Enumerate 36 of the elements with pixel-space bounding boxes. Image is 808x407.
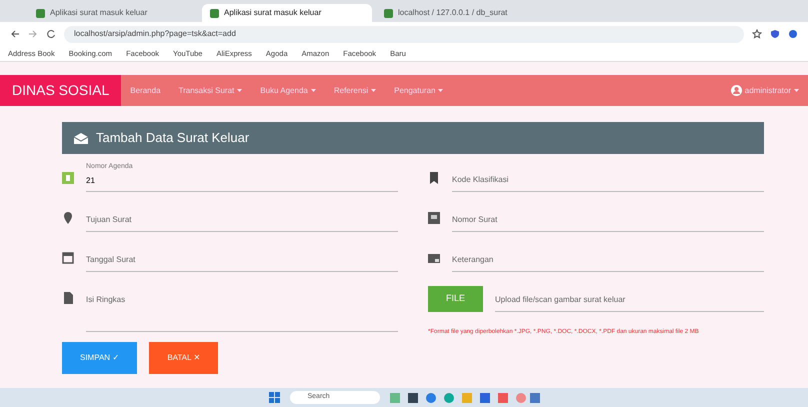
browser-tab[interactable]: Aplikasi surat masuk keluar (202, 4, 372, 22)
shield-icon[interactable] (770, 29, 780, 39)
address-bar[interactable]: localhost/arsip/admin.php?page=tsk&act=add (64, 26, 744, 42)
taskbar-apps-drawing[interactable] (390, 392, 540, 404)
caret-icon[interactable] (310, 89, 316, 92)
hash-icon (62, 172, 74, 184)
bookmark-icon (428, 172, 440, 184)
caret-icon[interactable] (438, 89, 444, 92)
note-icon (428, 252, 440, 264)
brand-logo[interactable]: DINAS SOSIAL (0, 75, 122, 106)
envelope-icon (74, 132, 88, 144)
profile-icon[interactable] (788, 29, 798, 39)
reload-icon[interactable] (46, 29, 56, 39)
input-field[interactable]: Tanggal Surat (86, 242, 398, 272)
user-avatar-icon[interactable] (730, 85, 742, 96)
browser-tab[interactable]: Aplikasi surat masuk keluar (28, 4, 198, 22)
input-field[interactable]: Tujuan Surat (86, 202, 398, 232)
back-icon[interactable] (10, 29, 20, 39)
caret-icon[interactable] (237, 89, 242, 92)
forward-icon[interactable] (28, 29, 38, 39)
form-title: Tambah Data Surat Keluar (96, 129, 250, 148)
start-icon[interactable] (268, 392, 280, 403)
browser-tab[interactable]: localhost / 127.0.0.1 / db_surat (376, 4, 546, 22)
calendar-icon (62, 252, 74, 264)
input-field[interactable]: Nomor Surat (452, 202, 764, 232)
caret-icon[interactable] (794, 89, 799, 92)
card-icon (428, 212, 440, 224)
file-path-field[interactable]: Upload file/scan gambar surat keluar (495, 282, 764, 312)
input-field[interactable]: Keterangan (452, 242, 764, 272)
textarea-field[interactable]: Isi Ringkas (86, 282, 398, 332)
input-field[interactable]: 21 (86, 172, 398, 192)
document-icon (62, 292, 74, 304)
pin-icon (62, 212, 74, 224)
input-field[interactable]: Kode Klasifikasi (452, 162, 764, 192)
caret-icon[interactable] (371, 89, 376, 92)
star-icon[interactable] (752, 29, 762, 39)
